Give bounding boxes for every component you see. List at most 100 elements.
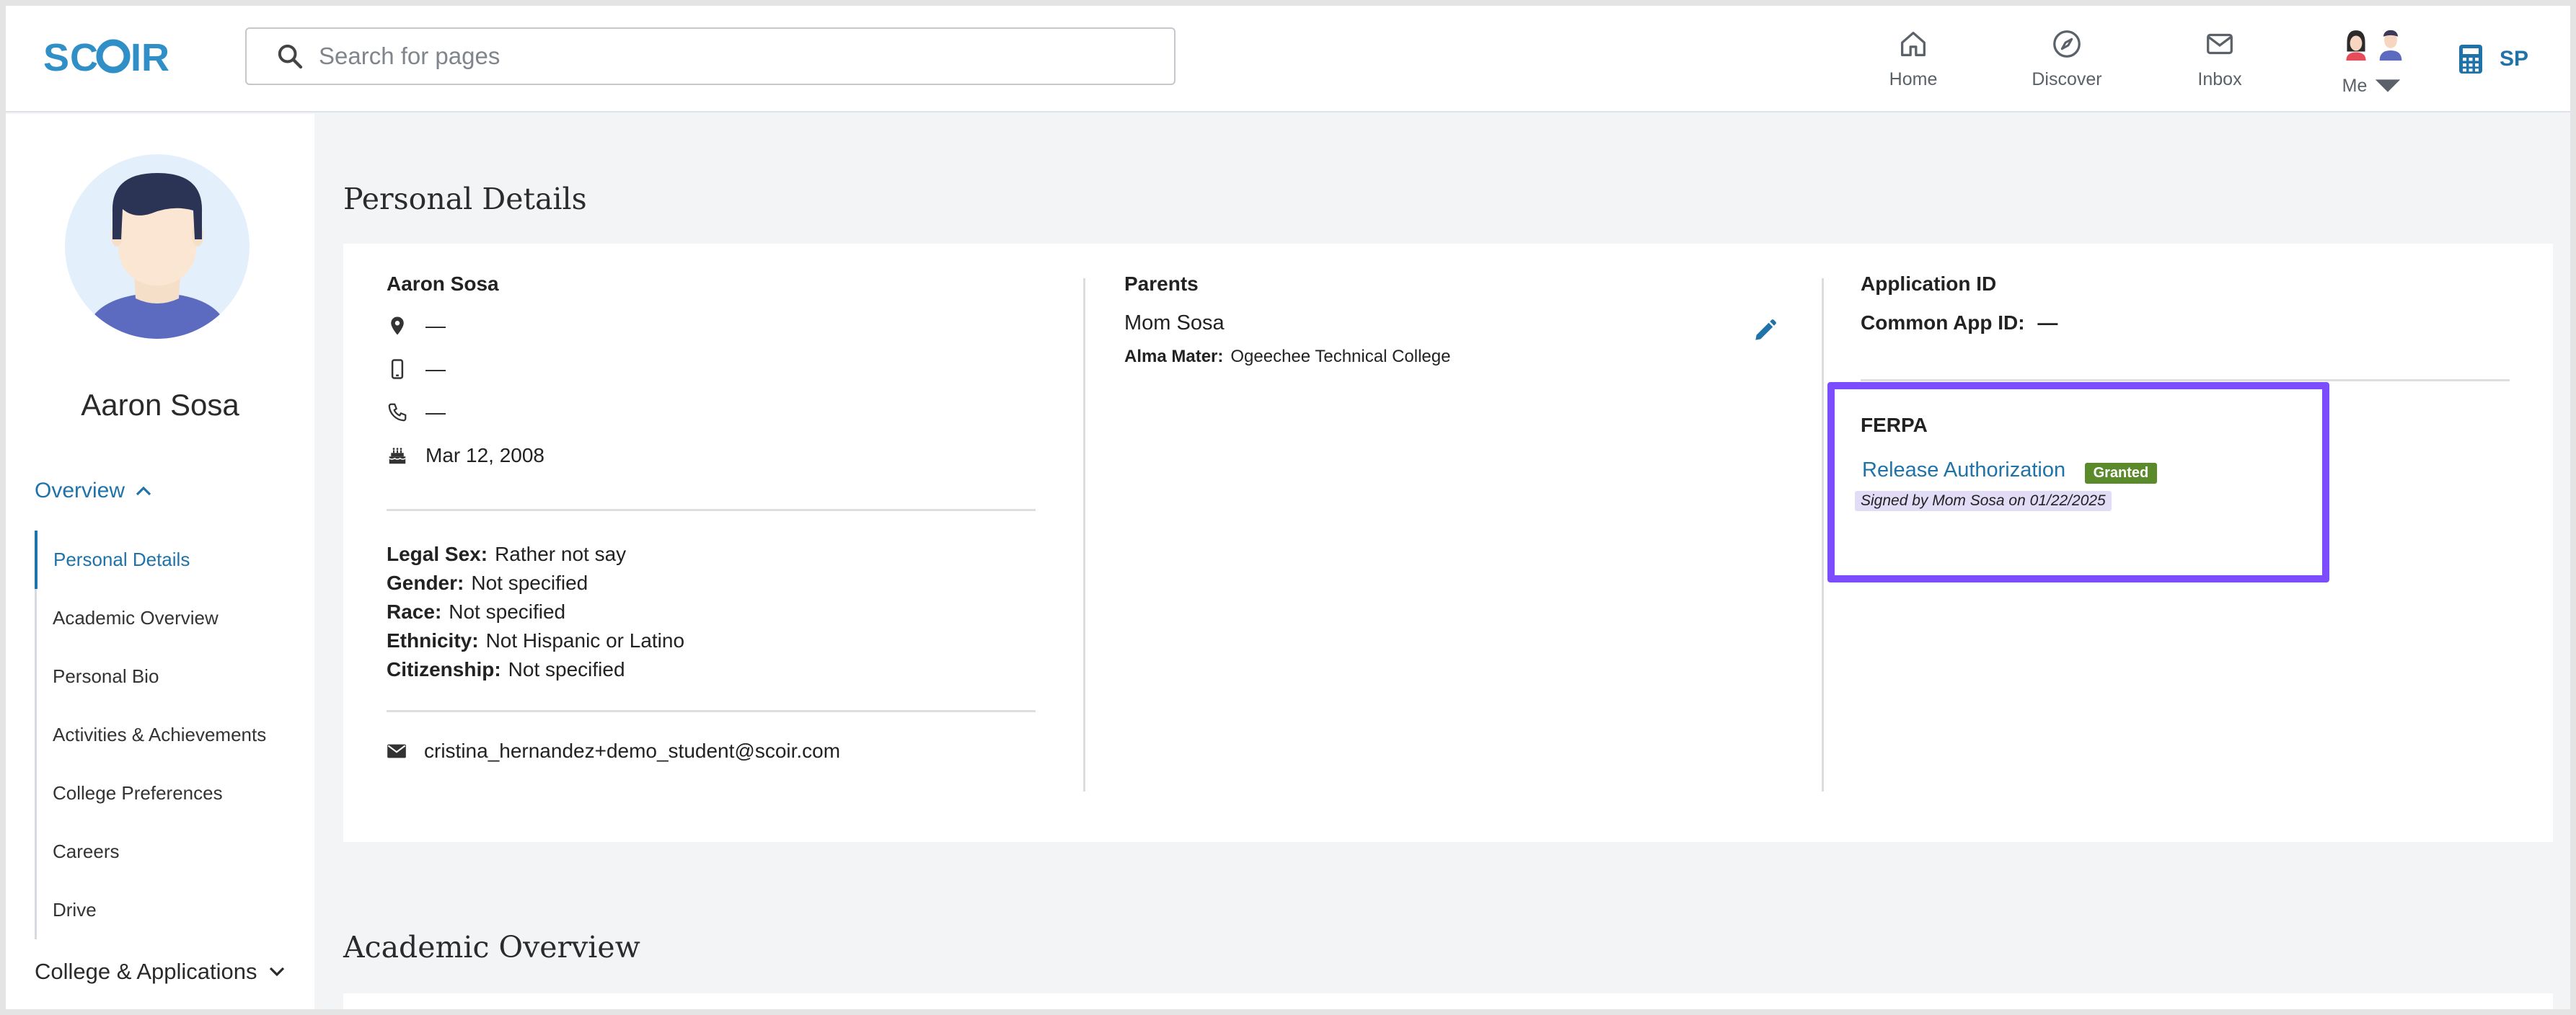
mobile-value: — <box>425 358 446 380</box>
citizenship-label: Citizenship: <box>387 658 501 681</box>
nav-discover[interactable]: Discover <box>2013 27 2121 99</box>
sidebar-item-label: Careers <box>53 841 120 862</box>
college-applications-toggle[interactable]: College & Applications <box>35 959 286 985</box>
svg-text:IR: IR <box>131 37 169 75</box>
parents-column: Parents Mom Sosa Alma Mater: Ogeechee Tec… <box>1124 272 1773 367</box>
academic-overview-title: Academic Overview <box>343 930 640 965</box>
citizenship-row: Citizenship: Not specified <box>387 655 1036 684</box>
student-avatar <box>65 154 250 339</box>
birthday-cake-icon <box>389 448 406 464</box>
common-app-value: — <box>2037 311 2058 334</box>
legal-sex-label: Legal Sex: <box>387 543 488 565</box>
top-bar: SC IR Home Discover <box>6 6 2570 112</box>
sp-menu[interactable]: SP <box>2458 43 2528 75</box>
nav-inbox-label: Inbox <box>2197 69 2242 89</box>
race-value: Not specified <box>449 600 566 623</box>
email-value: cristina_hernandez+demo_student@scoir.co… <box>424 740 841 762</box>
phone-row: — <box>387 391 1036 434</box>
citizenship-value: Not specified <box>508 658 625 681</box>
sp-label: SP <box>2500 47 2529 71</box>
divider <box>1861 379 2510 381</box>
sidebar-item-drive[interactable]: Drive <box>35 881 294 939</box>
nav-home-label: Home <box>1889 69 1938 89</box>
gender-value: Not specified <box>471 572 588 594</box>
chevron-up-icon <box>136 486 151 496</box>
ethnicity-value: Not Hispanic or Latino <box>485 629 685 652</box>
address-value: — <box>425 314 446 337</box>
student-card-name: Aaron Sosa <box>387 272 499 295</box>
ethnicity-row: Ethnicity: Not Hispanic or Latino <box>387 626 1036 655</box>
nav-inbox[interactable]: Inbox <box>2166 27 2274 99</box>
phone-icon <box>388 403 407 422</box>
overview-label: Overview <box>35 479 125 502</box>
sidebar: Aaron Sosa Overview Personal Details Aca… <box>6 114 314 1009</box>
ferpa-highlight-box <box>1827 382 2329 582</box>
sidebar-item-careers[interactable]: Careers <box>35 823 294 881</box>
academic-overview-card <box>343 993 2553 1009</box>
sidebar-item-activities[interactable]: Activities & Achievements <box>35 706 294 764</box>
student-name: Aaron Sosa <box>81 388 239 422</box>
ethnicity-label: Ethnicity: <box>387 629 479 652</box>
chevron-down-icon <box>270 967 285 977</box>
student-info-column: Aaron Sosa — — — Mar 12, 2008 Legal Sex:… <box>387 272 1036 763</box>
personal-details-title: Personal Details <box>343 182 587 216</box>
birthday-value: Mar 12, 2008 <box>425 444 544 466</box>
me-menu[interactable]: Me <box>2342 69 2405 102</box>
gender-label: Gender: <box>387 572 464 594</box>
sidebar-item-personal-bio[interactable]: Personal Bio <box>35 647 294 706</box>
scoir-logo[interactable]: SC IR <box>43 37 195 75</box>
location-pin-icon <box>391 316 404 335</box>
sidebar-item-label: Activities & Achievements <box>53 724 267 745</box>
nav-me-label: Me <box>2342 75 2368 96</box>
parent-name: Mom Sosa <box>1124 311 1225 334</box>
envelope-icon <box>387 744 406 758</box>
search-input[interactable] <box>319 43 1112 70</box>
sidebar-item-college-preferences[interactable]: College Preferences <box>35 764 294 823</box>
mobile-phone-icon <box>391 359 404 379</box>
home-icon <box>1901 32 1926 56</box>
mail-icon <box>2207 33 2233 55</box>
male-avatar-icon <box>2379 30 2402 61</box>
application-id-heading: Application ID <box>1861 272 1997 295</box>
gender-row: Gender: Not specified <box>387 569 1036 598</box>
column-divider <box>1822 278 1824 792</box>
caret-down-icon <box>2376 79 2401 92</box>
nav-me[interactable]: Me <box>2319 27 2427 99</box>
overview-toggle[interactable]: Overview <box>35 479 152 503</box>
alma-mater-value: Ogeechee Technical College <box>1230 347 1451 366</box>
divider <box>387 509 1036 511</box>
search-bar[interactable] <box>245 27 1175 85</box>
sidebar-item-academic-overview[interactable]: Academic Overview <box>35 589 294 647</box>
svg-text:SC: SC <box>43 37 99 75</box>
calculator-icon <box>2459 45 2482 74</box>
sidebar-item-label: College Preferences <box>53 782 223 804</box>
nav-discover-label: Discover <box>2032 69 2102 89</box>
sidebar-item-label: Academic Overview <box>53 607 219 629</box>
race-row: Race: Not specified <box>387 598 1036 626</box>
sidebar-item-label: Drive <box>53 899 97 921</box>
pencil-icon <box>1755 319 1776 340</box>
edit-parent-button[interactable] <box>1751 317 1778 345</box>
demographics: Legal Sex: Rather not say Gender: Not spec… <box>387 540 1036 684</box>
alma-mater-row: Alma Mater: Ogeechee Technical College <box>1124 347 1773 367</box>
overview-subnav: Personal Details Academic Overview Perso… <box>35 531 294 939</box>
common-app-row: Common App ID: — <box>1861 311 2510 334</box>
column-divider <box>1083 278 1085 792</box>
birthday-row: Mar 12, 2008 <box>387 434 1036 477</box>
phone-value: — <box>425 401 446 423</box>
application-column: Application ID Common App ID: — <box>1861 272 2510 334</box>
college-applications-label: College & Applications <box>35 959 257 984</box>
alma-mater-label: Alma Mater: <box>1124 347 1224 366</box>
sidebar-item-label: Personal Bio <box>53 665 159 687</box>
mobile-row: — <box>387 347 1036 391</box>
legal-sex-row: Legal Sex: Rather not say <box>387 540 1036 569</box>
parents-heading: Parents <box>1124 272 1199 295</box>
nav-home[interactable]: Home <box>1859 27 1967 99</box>
compass-icon <box>2053 30 2081 58</box>
email-row: cristina_hernandez+demo_student@scoir.co… <box>387 740 1036 763</box>
sidebar-item-personal-details[interactable]: Personal Details <box>35 531 294 589</box>
me-avatars <box>2339 27 2407 61</box>
divider <box>387 710 1036 712</box>
address-row: — <box>387 304 1036 347</box>
race-label: Race: <box>387 600 442 623</box>
